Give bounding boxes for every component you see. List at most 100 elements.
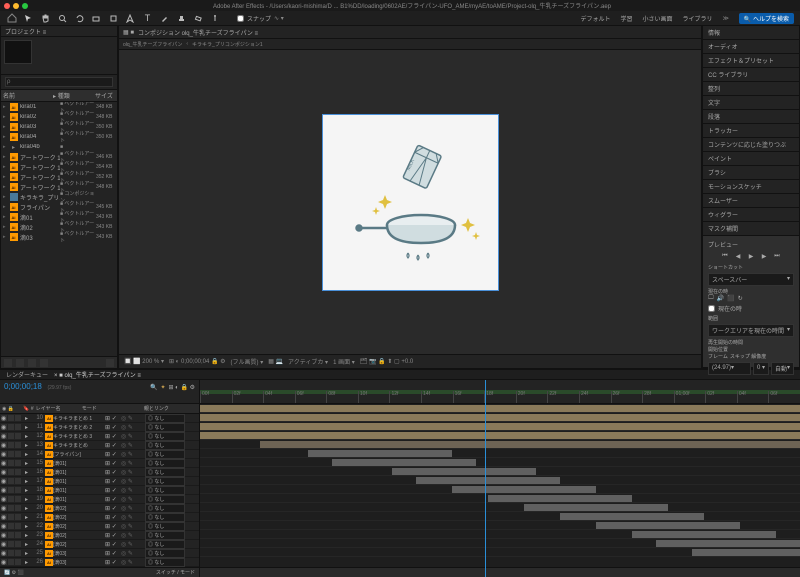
project-item[interactable]: ▸Aikira04■ ベクトルアート350 KB [1,132,117,142]
comp-tab[interactable]: コンポジション olq_牛乳チーズフライパン ≡ [138,28,258,37]
project-item[interactable]: ▸Aikira02■ ベクトルアート348 KB [1,112,117,122]
project-item[interactable]: ▸Aiアートワーク 14■ ベクトルアート354 KB [1,162,117,172]
pen-tool-icon[interactable] [125,13,136,24]
panel-header[interactable]: トラッカー [703,124,799,138]
active-camera[interactable]: アクティブカ ▾ [288,357,328,366]
project-item[interactable]: ▸キラキラ_プリ...ション1■ コンポジション [1,192,117,202]
panel-header[interactable]: コンテンツに応じた塗りつぶ [703,138,799,152]
timeline-track[interactable] [200,440,800,449]
brush-tool-icon[interactable] [159,13,170,24]
timeline-track[interactable] [200,458,800,467]
panel-header[interactable]: エフェクト＆プリセット [703,54,799,68]
timeline-track[interactable] [200,431,800,440]
stamp-tool-icon[interactable] [176,13,187,24]
panel-header[interactable]: モーションスケッチ [703,180,799,194]
project-search-input[interactable] [5,77,113,87]
workspace-default[interactable]: デフォルト [581,14,611,23]
panel-header[interactable]: 情報 [703,26,799,40]
window-controls[interactable] [4,3,28,9]
view-count[interactable]: 1 画面 ▾ [333,357,355,366]
timeline-columns[interactable]: ◉ 🔒 🔖 # レイヤー名 モード 親とリンク [0,404,199,414]
panel-header[interactable]: 段落 [703,110,799,124]
search-icon[interactable]: 🔍 [150,384,157,391]
workspace-learn[interactable]: 学習 [621,14,633,23]
panel-header[interactable]: ブラシ [703,166,799,180]
timeline-track[interactable] [200,404,800,413]
zoom-dropdown[interactable]: 🔲 ⬜ 200 % ▾ [124,358,164,365]
project-tab[interactable]: プロジェクト [5,30,41,36]
shy-icon[interactable]: ✦ [160,384,165,391]
timeline-comp-tab[interactable]: olq_牛乳チーズフライパン [64,373,135,379]
panel-header[interactable]: スムーザー [703,194,799,208]
timeline-zoom[interactable] [200,567,800,577]
time-ruler[interactable]: 00f02f04f06f08f10f12f14f16f18f20f22f24f2… [200,380,800,404]
next-frame-icon[interactable]: ▶ [760,252,769,261]
project-item[interactable]: ▸Ai滴03■ ベクトルアート343 KB [1,232,117,242]
rotate-tool-icon[interactable] [74,13,85,24]
selection-tool-icon[interactable] [23,13,34,24]
shape-tool-icon[interactable] [108,13,119,24]
timeline-track[interactable] [200,449,800,458]
project-thumbnail [4,40,32,64]
current-time-indicator[interactable] [485,380,486,577]
project-item[interactable]: ▸▸kira04b■ [1,142,117,152]
project-item[interactable]: ▸Aiフライパン■ ベクトルアート345 KB [1,202,117,212]
project-item[interactable]: ▸Aiアートワーク 16■ ベクトルアート348 KB [1,182,117,192]
timeline-track[interactable] [200,476,800,485]
home-icon[interactable] [6,13,17,24]
cb-current[interactable] [708,305,715,312]
timeline-track[interactable] [200,521,800,530]
panel-header[interactable]: 整列 [703,82,799,96]
play-icon[interactable]: ▶ [747,252,756,261]
project-item[interactable]: ▸Aikira01■ ベクトルアート348 KB [1,102,117,112]
full-res[interactable]: (フル画質) ▾ [231,357,264,366]
project-item[interactable]: ▸Aiアートワーク 15■ ベクトルアート352 KB [1,172,117,182]
resolution-dropdown[interactable]: ⊞ ◐ 0;00;00;04 🔒 ⚙ [169,358,226,365]
panel-header[interactable]: マスク補間 [703,222,799,236]
timeline-track[interactable] [200,422,800,431]
workspace-small[interactable]: 小さい画面 [643,14,673,23]
panel-header[interactable]: オーディオ [703,40,799,54]
timeline-track[interactable] [200,494,800,503]
timeline-track[interactable] [200,503,800,512]
timeline-panel: レンダーキュー × ■ olq_牛乳チーズフライパン ≡ 0;00;00;18 … [0,369,800,544]
switch-mode-toggle[interactable]: スイッチ / モード [156,569,195,576]
project-footer[interactable] [1,356,117,368]
shortcut-dropdown[interactable]: スペースバー▾ [708,273,794,286]
last-frame-icon[interactable]: ⏭ [773,252,782,261]
project-item[interactable]: ▸Ai滴02■ ベクトルアート343 KB [1,222,117,232]
panel-header[interactable]: CC ライブラリ [703,68,799,82]
prev-frame-icon[interactable]: ◀ [734,252,743,261]
render-queue-tab[interactable]: レンダーキュー [6,370,48,379]
snap-checkbox[interactable] [237,15,244,22]
text-tool-icon[interactable]: T [142,13,153,24]
panel-header[interactable]: ウィグラー [703,208,799,222]
project-item[interactable]: ▸Ai滴01■ ベクトルアート343 KB [1,212,117,222]
snap-dropdown-icon[interactable]: ∿ ▾ [274,15,284,22]
project-item[interactable]: ▸Aikira03■ ベクトルアート350 KB [1,122,117,132]
panel-header[interactable]: ペイント [703,152,799,166]
hand-tool-icon[interactable] [40,13,51,24]
timeline-track[interactable] [200,485,800,494]
eraser-tool-icon[interactable] [193,13,204,24]
help-search[interactable]: 🔍 ヘルプを検索 [739,13,794,24]
project-item[interactable]: ▸Aiアートワーク 13■ ベクトルアート346 KB [1,152,117,162]
puppet-tool-icon[interactable] [210,13,221,24]
timeline-track[interactable] [200,548,800,557]
timeline-track[interactable] [200,467,800,476]
first-frame-icon[interactable]: ⏮ [721,252,730,261]
current-time[interactable]: 0;00;00;18 [4,382,42,391]
layer-panel-icon[interactable]: ▦ ■ [123,29,134,36]
timeline-track[interactable] [200,413,800,422]
comp-breadcrumb[interactable]: olq_牛乳チーズフライパン ‹ キラキラ_プリコンポジション1 [119,39,701,50]
timeline-layer[interactable]: ◉▸26Ai[滴03]⊞ ✓◎ ✎◎ なし [0,558,199,567]
timeline-track[interactable] [200,530,800,539]
panel-header[interactable]: 文字 [703,96,799,110]
camera-tool-icon[interactable] [91,13,102,24]
project-columns[interactable]: 名前▸ 種類サイズ [1,90,117,102]
workspace-library[interactable]: ライブラリ [683,14,713,23]
range-dropdown[interactable]: ワークエリアを現在の時間▾ [708,324,794,337]
composition-viewer[interactable]: MILK [119,50,701,354]
zoom-tool-icon[interactable] [57,13,68,24]
timeline-track[interactable] [200,512,800,521]
